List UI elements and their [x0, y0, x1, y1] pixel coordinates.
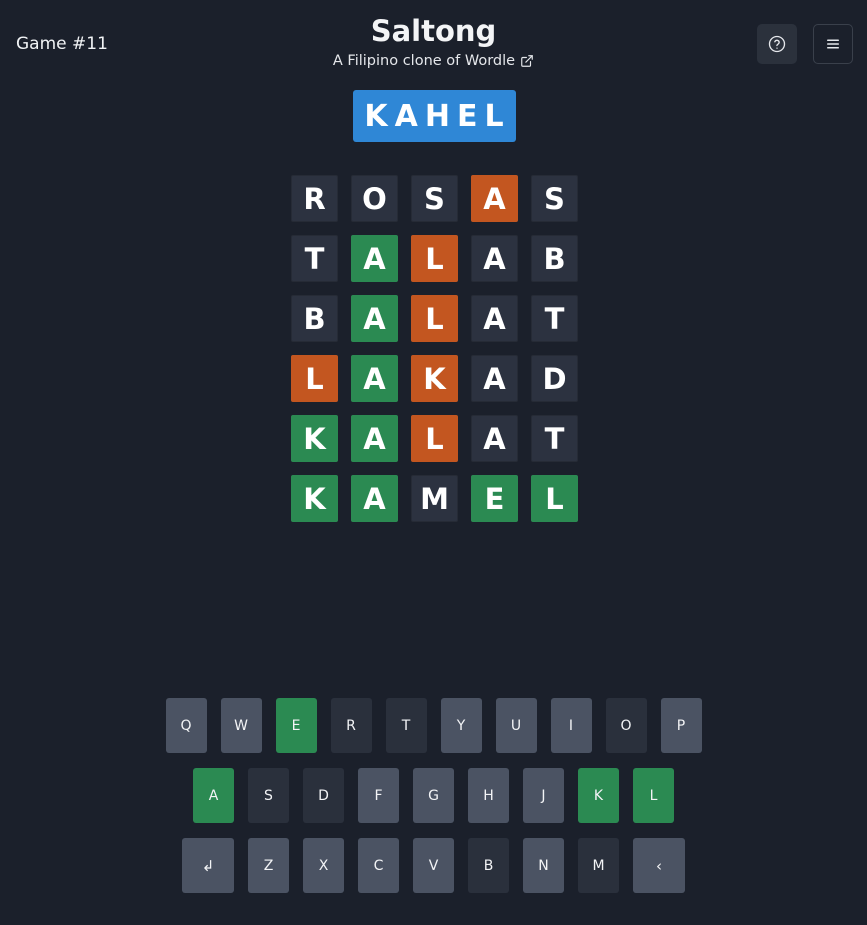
tile-absent: T	[291, 235, 338, 282]
tile-present: L	[291, 355, 338, 402]
key-w[interactable]: W	[220, 698, 262, 753]
tile-absent: A	[471, 415, 518, 462]
keyboard-row: QWERTYUIOP	[0, 698, 867, 753]
key-i[interactable]: I	[550, 698, 592, 753]
key-j[interactable]: J	[523, 768, 564, 823]
key-p[interactable]: P	[660, 698, 702, 753]
tile-correct: E	[471, 475, 518, 522]
tile-correct: A	[351, 475, 398, 522]
tile-correct: L	[531, 475, 578, 522]
key-k[interactable]: K	[578, 768, 619, 823]
key-c[interactable]: C	[358, 838, 399, 893]
key-u[interactable]: U	[495, 698, 537, 753]
tile-present: K	[411, 355, 458, 402]
tile-absent: T	[531, 295, 578, 342]
key-r[interactable]: R	[330, 698, 372, 753]
game-page: Game #11 Saltong A Filipino clone of Wor…	[0, 0, 867, 925]
key-l[interactable]: L	[633, 768, 674, 823]
tile-correct: K	[291, 475, 338, 522]
key-o[interactable]: O	[605, 698, 647, 753]
tile-absent: A	[471, 355, 518, 402]
key-a[interactable]: A	[193, 768, 234, 823]
tile-present: L	[411, 295, 458, 342]
key-f[interactable]: F	[358, 768, 399, 823]
tile-absent: A	[471, 235, 518, 282]
tile-present: A	[471, 175, 518, 222]
key-v[interactable]: V	[413, 838, 454, 893]
subtitle-link[interactable]: A Filipino clone of Wordle	[0, 53, 867, 69]
key-n[interactable]: N	[523, 838, 564, 893]
tile-present: L	[411, 235, 458, 282]
tile-absent: T	[531, 415, 578, 462]
key-t[interactable]: T	[385, 698, 427, 753]
key-x[interactable]: X	[303, 838, 344, 893]
keyboard-row: ASDFGHJKL	[0, 768, 867, 823]
key-z[interactable]: Z	[248, 838, 289, 893]
tile-absent: R	[291, 175, 338, 222]
menu-button[interactable]	[813, 24, 853, 64]
tile-absent: B	[531, 235, 578, 282]
subtitle-text: A Filipino clone of Wordle	[332, 53, 516, 69]
key-b[interactable]: B	[468, 838, 509, 893]
tile-present: L	[411, 415, 458, 462]
tile-absent: M	[411, 475, 458, 522]
tile-correct: A	[351, 355, 398, 402]
tile-absent: A	[471, 295, 518, 342]
question-circle-icon	[768, 35, 786, 53]
tile-absent: S	[531, 175, 578, 222]
tile-absent: S	[411, 175, 458, 222]
tile-correct: A	[351, 295, 398, 342]
guess-board: ROSASTALABBALATLAKADKALATKAMEL	[291, 175, 579, 522]
answer-reveal: KAHEL	[353, 90, 516, 142]
key-e[interactable]: E	[275, 698, 317, 753]
tile-absent: B	[291, 295, 338, 342]
key-g[interactable]: G	[413, 768, 454, 823]
key-d[interactable]: D	[303, 768, 344, 823]
tile-absent: D	[531, 355, 578, 402]
key-y[interactable]: Y	[440, 698, 482, 753]
key-q[interactable]: Q	[165, 698, 207, 753]
backspace-key[interactable]: ‹	[633, 838, 685, 893]
keyboard-row: ↲ Z X C V B N M ‹	[0, 838, 867, 893]
key-s[interactable]: S	[248, 768, 289, 823]
key-h[interactable]: H	[468, 768, 509, 823]
hamburger-menu-icon	[827, 39, 839, 49]
tile-correct: K	[291, 415, 338, 462]
tile-absent: O	[351, 175, 398, 222]
enter-key[interactable]: ↲	[182, 838, 234, 893]
tile-correct: A	[351, 415, 398, 462]
page-title: Saltong	[370, 14, 497, 48]
on-screen-keyboard: Q W E R T Y U I O P A S D F G H J K L ↲ Z X C V B N M ‹	[0, 698, 867, 908]
key-m[interactable]: M	[578, 838, 619, 893]
external-link-icon	[521, 55, 533, 67]
help-button[interactable]	[757, 24, 797, 64]
tile-correct: A	[351, 235, 398, 282]
